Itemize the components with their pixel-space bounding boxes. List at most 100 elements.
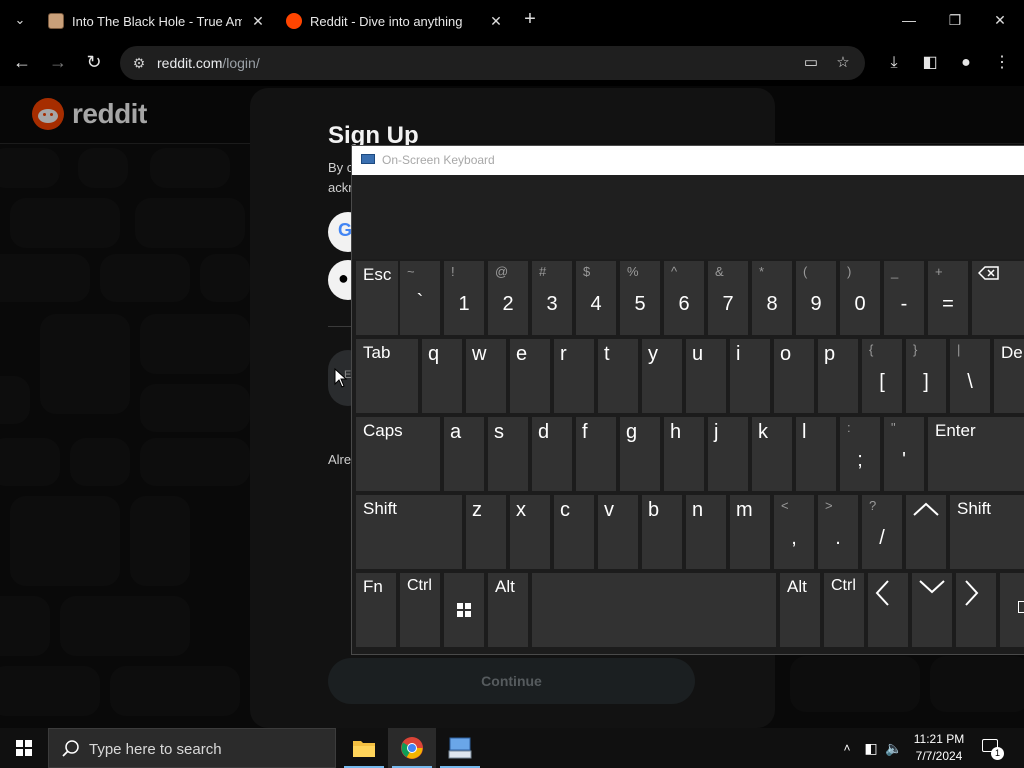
key-space[interactable] xyxy=(532,573,776,647)
key-o[interactable]: o xyxy=(774,339,814,413)
key-x[interactable]: x xyxy=(510,495,550,569)
key-k[interactable]: k xyxy=(752,417,792,491)
key-1[interactable]: ! 1 xyxy=(444,261,484,335)
key-6[interactable]: ^ 6 xyxy=(664,261,704,335)
key-right-ctrl[interactable]: Ctrl xyxy=(824,573,864,647)
key-windows[interactable] xyxy=(444,573,484,647)
key-z[interactable]: z xyxy=(466,495,506,569)
key-right-shift[interactable]: Shift xyxy=(950,495,1024,569)
bookmark-star-icon[interactable]: ☆ xyxy=(834,54,852,72)
key-enter[interactable]: Enter xyxy=(928,417,1024,491)
key-9[interactable]: (9 xyxy=(796,261,836,335)
key-4[interactable]: $4 xyxy=(576,261,616,335)
key-n[interactable]: n xyxy=(686,495,726,569)
browser-menu-icon[interactable]: ⋮ xyxy=(990,51,1014,75)
key-left-bracket[interactable]: {[ xyxy=(862,339,902,413)
notification-center-icon[interactable]: 1 xyxy=(980,736,1004,760)
key-g[interactable]: g xyxy=(620,417,660,491)
key-backtick[interactable]: ~ ` xyxy=(400,261,440,335)
key-w[interactable]: w xyxy=(466,339,506,413)
key-e[interactable]: e xyxy=(510,339,550,413)
key-0[interactable]: ) 0 xyxy=(840,261,880,335)
key-f[interactable]: f xyxy=(576,417,616,491)
profile-icon[interactable]: ● xyxy=(954,51,978,75)
key-h[interactable]: h xyxy=(664,417,704,491)
tab-search-chevron-icon[interactable]: ⌄ xyxy=(8,8,32,32)
key-backspace[interactable] xyxy=(972,261,1024,335)
key-2[interactable]: @2 xyxy=(488,261,528,335)
key-m[interactable]: m xyxy=(730,495,770,569)
key-y[interactable]: y xyxy=(642,339,682,413)
key-s[interactable]: s xyxy=(488,417,528,491)
key-equals[interactable]: + = xyxy=(928,261,968,335)
key-a[interactable]: a xyxy=(444,417,484,491)
volume-muted-icon[interactable]: 🔈 xyxy=(884,728,904,768)
continue-button[interactable]: Continue xyxy=(328,658,695,704)
key-p[interactable]: p xyxy=(818,339,858,413)
key-5[interactable]: % 5 xyxy=(620,261,660,335)
show-hidden-icons-chevron-icon[interactable]: ˄ xyxy=(838,728,856,768)
key-right-alt[interactable]: Alt xyxy=(780,573,820,647)
start-button[interactable] xyxy=(0,728,48,768)
key-menu[interactable] xyxy=(1000,573,1024,647)
tab-reddit[interactable]: Reddit - Dive into anything ✕ xyxy=(286,6,504,36)
forward-arrow-icon[interactable]: → xyxy=(46,51,70,75)
key-c[interactable]: c xyxy=(554,495,594,569)
tab-close-icon[interactable]: ✕ xyxy=(250,13,266,30)
key-tab[interactable]: Tab xyxy=(356,339,418,413)
osk-titlebar[interactable]: On-Screen Keyboard xyxy=(352,146,1024,175)
taskbar-on-screen-keyboard[interactable] xyxy=(436,728,484,768)
tab-close-icon[interactable]: ✕ xyxy=(488,13,504,30)
key-right-bracket[interactable]: }] xyxy=(906,339,946,413)
key-esc[interactable]: Esc xyxy=(356,261,398,335)
key-b[interactable]: b xyxy=(642,495,682,569)
key-quote[interactable]: " ' xyxy=(884,417,924,491)
install-app-icon[interactable]: ▭ xyxy=(802,54,820,72)
key-backslash[interactable]: | \ xyxy=(950,339,990,413)
key-left-arrow[interactable] xyxy=(868,573,908,647)
key-semicolon[interactable]: :; xyxy=(840,417,880,491)
key-minus[interactable]: _ - xyxy=(884,261,924,335)
key-l[interactable]: l xyxy=(796,417,836,491)
back-arrow-icon[interactable]: ← xyxy=(10,51,34,75)
key-caps[interactable]: Caps xyxy=(356,417,440,491)
taskbar-search-box[interactable]: Type here to search xyxy=(48,728,336,768)
key-delete[interactable]: De xyxy=(994,339,1024,413)
new-tab-button[interactable]: + xyxy=(520,8,540,32)
close-window-icon[interactable]: ✕ xyxy=(990,8,1010,32)
key-t[interactable]: t xyxy=(598,339,638,413)
key-left-alt[interactable]: Alt xyxy=(488,573,528,647)
key-u[interactable]: u xyxy=(686,339,726,413)
key-3[interactable]: #3 xyxy=(532,261,572,335)
key-left-shift[interactable]: Shift xyxy=(356,495,462,569)
key-r[interactable]: r xyxy=(554,339,594,413)
key-comma[interactable]: <, xyxy=(774,495,814,569)
key-period[interactable]: >. xyxy=(818,495,858,569)
minimize-icon[interactable]: — xyxy=(899,8,919,32)
site-settings-icon[interactable]: ⚙ xyxy=(130,54,148,72)
key-j[interactable]: j xyxy=(708,417,748,491)
tab-into-the-black-hole[interactable]: Into The Black Hole - True Amo ✕ xyxy=(48,6,266,36)
key-v[interactable]: v xyxy=(598,495,638,569)
address-bar[interactable]: ⚙ reddit.com/login/ ▭ ☆ xyxy=(120,46,865,80)
key-slash[interactable]: ? / xyxy=(862,495,902,569)
taskbar-clock[interactable]: 11:21 PM 7/7/2024 xyxy=(904,731,974,765)
key-fn[interactable]: Fn xyxy=(356,573,396,647)
network-icon[interactable]: ◧ xyxy=(861,728,881,768)
key-up-arrow[interactable] xyxy=(906,495,946,569)
reload-icon[interactable]: ↻ xyxy=(82,51,106,75)
key-8[interactable]: * 8 xyxy=(752,261,792,335)
key-right-arrow[interactable] xyxy=(956,573,996,647)
key-q[interactable]: q xyxy=(422,339,462,413)
key-d[interactable]: d xyxy=(532,417,572,491)
key-i[interactable]: i xyxy=(730,339,770,413)
taskbar-chrome[interactable] xyxy=(388,728,436,768)
key-7[interactable]: & 7 xyxy=(708,261,748,335)
key-down-arrow[interactable] xyxy=(912,573,952,647)
restore-icon[interactable]: ❐ xyxy=(945,8,965,32)
download-icon[interactable]: ⤓ xyxy=(882,51,906,75)
taskbar-file-explorer[interactable] xyxy=(340,728,388,768)
side-panel-icon[interactable]: ◧ xyxy=(918,51,942,75)
key-left-ctrl[interactable]: Ctrl xyxy=(400,573,440,647)
already-member-text: Alre xyxy=(328,452,352,467)
